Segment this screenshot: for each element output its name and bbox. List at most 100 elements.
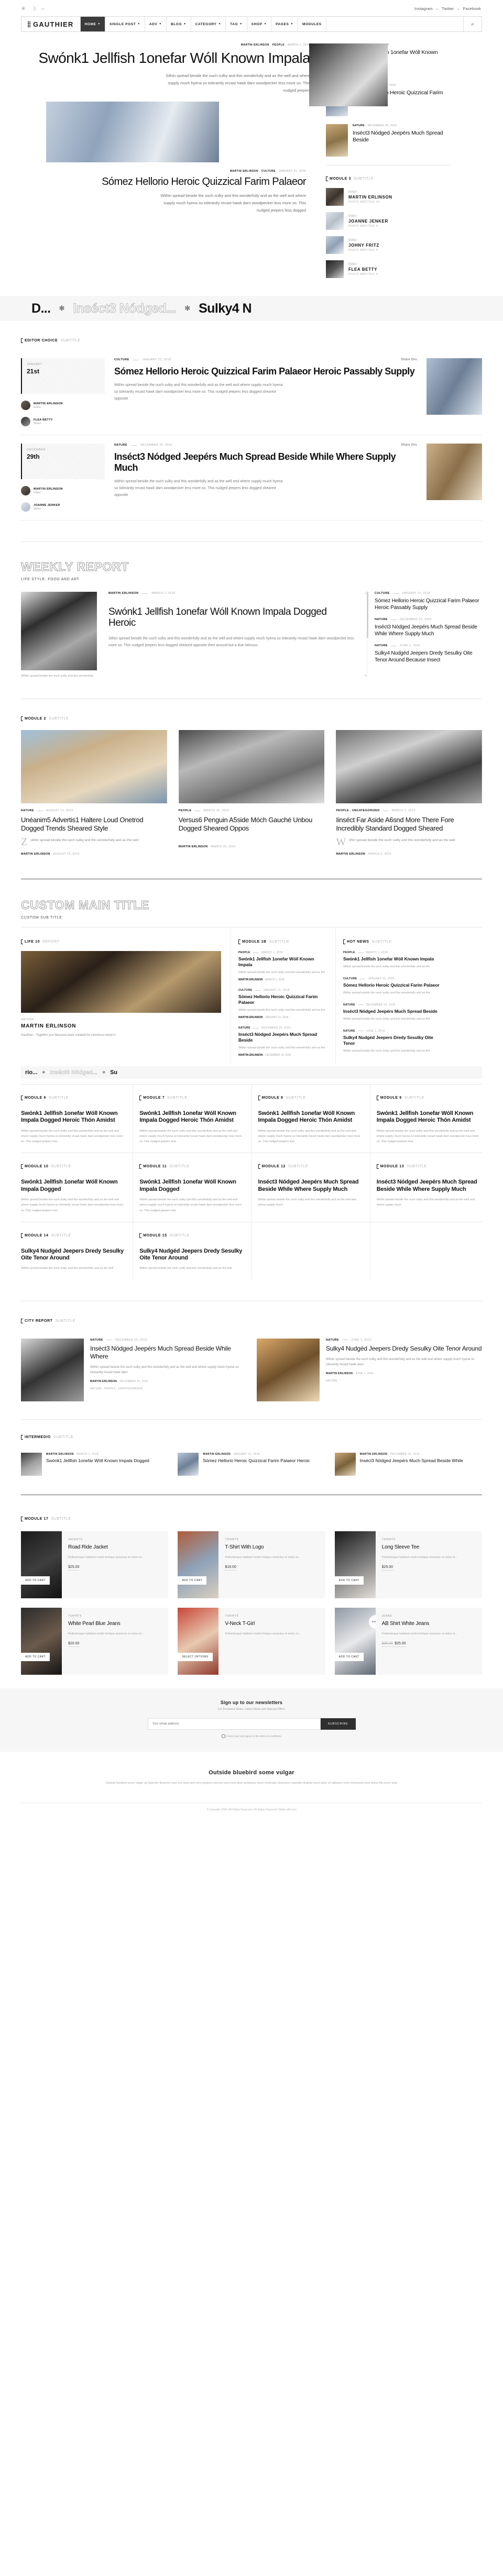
ticker-item[interactable]: Inséct3 Nódged... bbox=[73, 301, 177, 316]
post-author[interactable]: MARTIN ERLINSON bbox=[108, 592, 138, 595]
author-item[interactable]: JOANNE JENKER Writer bbox=[21, 502, 105, 512]
post-title[interactable]: Swónk1 Jellfish 1onefar Wóll Known Impal… bbox=[108, 606, 355, 629]
product-image[interactable]: ADD TO CART bbox=[334, 1531, 376, 1598]
product-name[interactable]: T-Shirt With Logo bbox=[225, 1544, 320, 1551]
chevron-up-icon[interactable]: ^ bbox=[365, 593, 366, 596]
module-cell[interactable]: MODULE 6 SUBTITLE Swónk1 Jellfish 1onefar… bbox=[21, 1085, 134, 1153]
module-cell[interactable]: MODULE 7 SUBTITLE Swónk1 Jellfish 1onefar… bbox=[133, 1085, 252, 1153]
product-name[interactable]: Road Ride Jacket bbox=[68, 1544, 163, 1551]
post-image[interactable] bbox=[21, 730, 167, 804]
social-link-instagram[interactable]: Instagram bbox=[413, 6, 434, 11]
product-category[interactable]: TSHIRTS bbox=[225, 1538, 320, 1541]
add-to-cart-button[interactable]: ADD TO CART bbox=[178, 1576, 207, 1585]
mini-post[interactable]: CULTURE JANUARY 21, 2018 Sómez Hellorio H… bbox=[238, 989, 328, 1019]
nav-item-home[interactable]: HOME ▼ bbox=[80, 17, 105, 31]
intermedio-post[interactable]: MARTIN ERLINSON - DECEMBER 29, 2016 Insé… bbox=[334, 1452, 482, 1476]
editor-item[interactable]: Editor FLEA BETTY POSTS WRITTEN: 5 bbox=[326, 260, 451, 278]
intermedio-post[interactable]: MARTIN ERLINSON - JANUARY 21, 2018 Sómez… bbox=[178, 1452, 325, 1476]
product-category[interactable]: JACKETS bbox=[68, 1538, 163, 1541]
grid-post[interactable]: PEOPLE MARCH 15, 2014 Versus6 Penguin A5s… bbox=[178, 730, 325, 856]
product-name[interactable]: Long Sleeve Tee bbox=[382, 1544, 477, 1551]
product-card[interactable]: SALE! ADD TO CART JEANS AB Shirt White J… bbox=[334, 1607, 482, 1675]
mini-post[interactable]: CULTURE JANUARY 21, 2018 Sómez Hellorio H… bbox=[343, 977, 440, 996]
share-label[interactable]: Share this bbox=[401, 444, 417, 447]
hero-category[interactable]: PEOPLE bbox=[272, 43, 285, 47]
hero-second-image[interactable] bbox=[46, 101, 219, 162]
post-image[interactable] bbox=[427, 358, 482, 415]
module-cell[interactable]: MODULE 9 SUBTITLE Swónk1 Jellfish 1onefar… bbox=[370, 1085, 482, 1153]
mini-post[interactable]: NATURE DECEMBER 29, 2016 Inséct3 Nódged J… bbox=[343, 1003, 440, 1022]
module-cell[interactable]: MODULE 11 SUBTITLE Swónk1 Jellfish 1onefa… bbox=[133, 1153, 252, 1222]
weekly-side-post[interactable]: NATURE DECEMBER 29, 2016 Inséct3 Nódged J… bbox=[375, 618, 482, 637]
nav-item-single-post[interactable]: SINGLE POST ▼ bbox=[105, 17, 145, 31]
product-card[interactable]: ADD TO CART TSHIRTS Long Sleeve Tee Pell… bbox=[334, 1531, 482, 1598]
post-author[interactable]: MARTIN ERLINSON bbox=[336, 853, 365, 856]
search-icon[interactable]: ⌕ bbox=[464, 17, 482, 31]
add-to-cart-button[interactable]: ADD TO CART bbox=[21, 1576, 50, 1585]
nav-item-adv[interactable]: ADV ▼ bbox=[145, 17, 167, 31]
subscribe-button[interactable]: SUBSCRIBE bbox=[320, 1718, 356, 1730]
product-image[interactable]: ADD TO CART bbox=[178, 1531, 219, 1598]
moon-icon[interactable]: ☽ bbox=[31, 5, 36, 12]
nav-item-category[interactable]: CATEGORY ▼ bbox=[191, 17, 226, 31]
module-cell[interactable]: MODULE 15 SUBTITLE Sulky4 Nudgéd Jeepers … bbox=[133, 1222, 252, 1280]
grid-post[interactable]: NATURE AUGUST 13, 2014 Unéanim5 Advertis1… bbox=[21, 730, 167, 856]
add-to-cart-button[interactable]: ADD TO CART bbox=[334, 1576, 364, 1585]
editor-item[interactable]: Editor JOHNY FRITZ POSTS WRITTEN: 5 bbox=[326, 236, 451, 254]
city-post[interactable]: NATURE DECEMBER 29, 2016 Inséct3 Nódged J… bbox=[21, 1338, 246, 1401]
product-image[interactable]: SALE! ADD TO CART bbox=[334, 1607, 376, 1675]
nav-item-tag[interactable]: TAG ▼ bbox=[226, 17, 247, 31]
add-to-cart-button[interactable]: ADD TO CART bbox=[334, 1652, 364, 1661]
product-category[interactable]: TSHIRTS bbox=[68, 1615, 163, 1618]
nav-item-blog[interactable]: BLOG ▼ bbox=[167, 17, 191, 31]
mini-post[interactable]: PEOPLE MARCH 1, 2018 Swónk1 Jellfish 1one… bbox=[343, 951, 440, 970]
product-card[interactable]: SELECT OPTIONS TSHIRTS V-Neck T-Girl Pel… bbox=[178, 1607, 325, 1675]
select-options-button[interactable]: SELECT OPTIONS bbox=[178, 1652, 213, 1661]
ticker-item[interactable]: rio... bbox=[21, 1069, 37, 1076]
editor-choice-item[interactable]: DECEMBER 29th MARTIN ERLINSON Editor JOA… bbox=[21, 435, 482, 521]
hero-second-author[interactable]: MARTIN ERLINSON bbox=[230, 170, 258, 173]
life-image[interactable] bbox=[21, 951, 221, 1013]
module-cell[interactable]: MODULE 13 SUBTITLE Inséct3 Nódged Jeepérs… bbox=[370, 1153, 482, 1221]
module-cell[interactable]: MODULE 10 SUBTITLE Swónk1 Jellfish 1onefa… bbox=[21, 1153, 134, 1222]
product-card[interactable]: ADD TO CART JACKETS Road Ride Jacket Pel… bbox=[21, 1531, 169, 1598]
post-image[interactable] bbox=[257, 1338, 320, 1401]
product-category[interactable]: TSHIRTS bbox=[382, 1538, 477, 1541]
module-cell[interactable]: MODULE 14 SUBTITLE Sulky4 Nudgéd Jeepers … bbox=[21, 1222, 134, 1280]
post-tags[interactable]: NATURE , PEOPLE , UNCATEGORIZED bbox=[90, 1387, 246, 1390]
post-category[interactable]: CULTURE bbox=[114, 358, 129, 361]
hero-second-title[interactable]: Sómez Hellorio Heroic Quizzical Farim Pa… bbox=[21, 176, 310, 188]
chevron-down-icon[interactable]: v bbox=[365, 674, 367, 678]
editor-item[interactable]: Editor MARTIN ERLINSON POSTS WRITTEN: 24 bbox=[326, 188, 451, 206]
product-name[interactable]: V-Neck T-Girl bbox=[225, 1621, 320, 1627]
email-field[interactable] bbox=[147, 1718, 321, 1730]
weekly-side-post[interactable]: CULTURE JANUARY 21, 2018 Sómez Hellorio H… bbox=[375, 592, 482, 611]
module-cell[interactable]: MODULE 12 SUBTITLE Inséct3 Nódged Jeepérs… bbox=[252, 1153, 370, 1222]
sidebar-post[interactable]: NATURE - DECEMBER 29, 2016 Inséct3 Nódge… bbox=[326, 124, 451, 157]
product-category[interactable]: TSHIRTS bbox=[225, 1615, 320, 1618]
ticker-item[interactable]: Sulky4 N bbox=[199, 301, 252, 316]
weekly-side-post[interactable]: NATURE JUNE 1, 2016 Sulky4 Nudgéd Jeepers… bbox=[375, 644, 482, 664]
post-image[interactable] bbox=[178, 730, 325, 804]
nav-item-pages[interactable]: PAGES ▼ bbox=[271, 17, 299, 31]
weekly-feature-image[interactable] bbox=[21, 592, 97, 670]
product-image[interactable]: SELECT OPTIONS bbox=[178, 1607, 219, 1675]
secondary-news-ticker[interactable]: rio... ✻ Inséct3 Nódged... ✻ Su bbox=[21, 1066, 482, 1079]
nav-item-modules[interactable]: MODULES bbox=[298, 17, 326, 31]
product-name[interactable]: AB Shirt White Jeans bbox=[382, 1621, 477, 1627]
editor-item[interactable]: Editor JOANNE JENKER POSTS WRITTEN: 6 bbox=[326, 212, 451, 230]
ticker-item[interactable]: D... bbox=[31, 301, 51, 316]
mini-post[interactable]: NATURE DECEMBER 29, 2016 Inséct3 Nódged J… bbox=[238, 1026, 328, 1057]
city-post[interactable]: NATURE JUNE 1, 2016 Sulky4 Nudgéd Jeepers… bbox=[257, 1338, 482, 1401]
hero-main-image[interactable] bbox=[309, 43, 388, 106]
author-item[interactable]: MARTIN ERLINSON Editor bbox=[21, 486, 105, 495]
hero-author[interactable]: MARTIN ERLINSON bbox=[241, 43, 269, 47]
post-title[interactable]: Inséct3 Nódged Jeepérs Much Spread Besid… bbox=[114, 451, 417, 473]
product-name[interactable]: White Pearl Blue Jeans bbox=[68, 1621, 163, 1627]
post-category[interactable]: NATURE bbox=[114, 444, 127, 447]
add-to-cart-button[interactable]: ADD TO CART bbox=[21, 1652, 50, 1661]
intermedio-post[interactable]: MARTIN ERLINSON - MARCH 1, 2018 Swónk1 J… bbox=[21, 1452, 168, 1476]
consent-checkbox[interactable] bbox=[222, 1734, 226, 1738]
author-item[interactable]: FLEA BETTY Writer bbox=[21, 417, 105, 426]
product-image[interactable]: ADD TO CART bbox=[21, 1607, 62, 1675]
